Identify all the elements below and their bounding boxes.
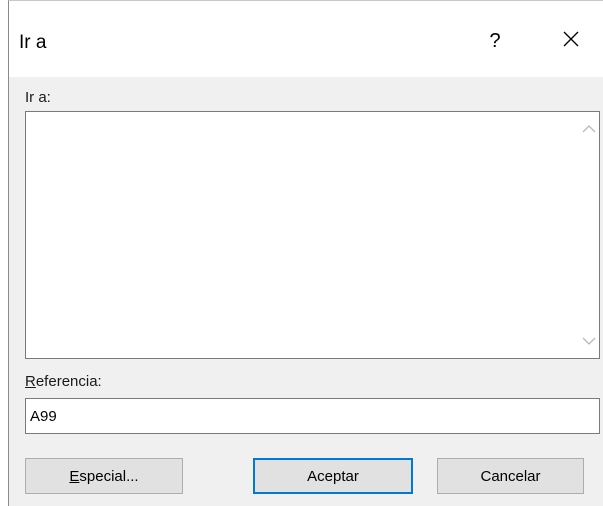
- close-icon: [562, 30, 580, 53]
- chevron-up-icon: [582, 121, 596, 139]
- scroll-up-button[interactable]: [579, 120, 599, 140]
- cancelar-button[interactable]: Cancelar: [437, 458, 584, 494]
- goto-listbox[interactable]: [25, 111, 600, 359]
- reference-label: Referencia:: [25, 373, 102, 391]
- reference-label-accesskey: R: [25, 373, 36, 390]
- aceptar-button[interactable]: Aceptar: [253, 458, 413, 494]
- reference-label-text: eferencia:: [35, 373, 102, 390]
- chevron-down-icon: [582, 333, 596, 351]
- especial-label: special...: [79, 467, 139, 485]
- title-bar: Ir a ?: [9, 1, 603, 77]
- especial-button[interactable]: Especial...: [25, 458, 183, 494]
- goto-list-label: Ir a:: [25, 89, 51, 106]
- goto-dialog: Ir a ? Ir a: Referencia: A99 E special..…: [8, 0, 603, 506]
- listbox-scrollbar[interactable]: [579, 112, 599, 358]
- reference-input[interactable]: [25, 398, 600, 434]
- help-button[interactable]: ?: [473, 21, 517, 61]
- close-button[interactable]: [549, 21, 593, 61]
- scroll-down-button[interactable]: [579, 332, 599, 352]
- especial-accesskey: E: [69, 467, 80, 485]
- dialog-title: Ir a: [19, 32, 47, 53]
